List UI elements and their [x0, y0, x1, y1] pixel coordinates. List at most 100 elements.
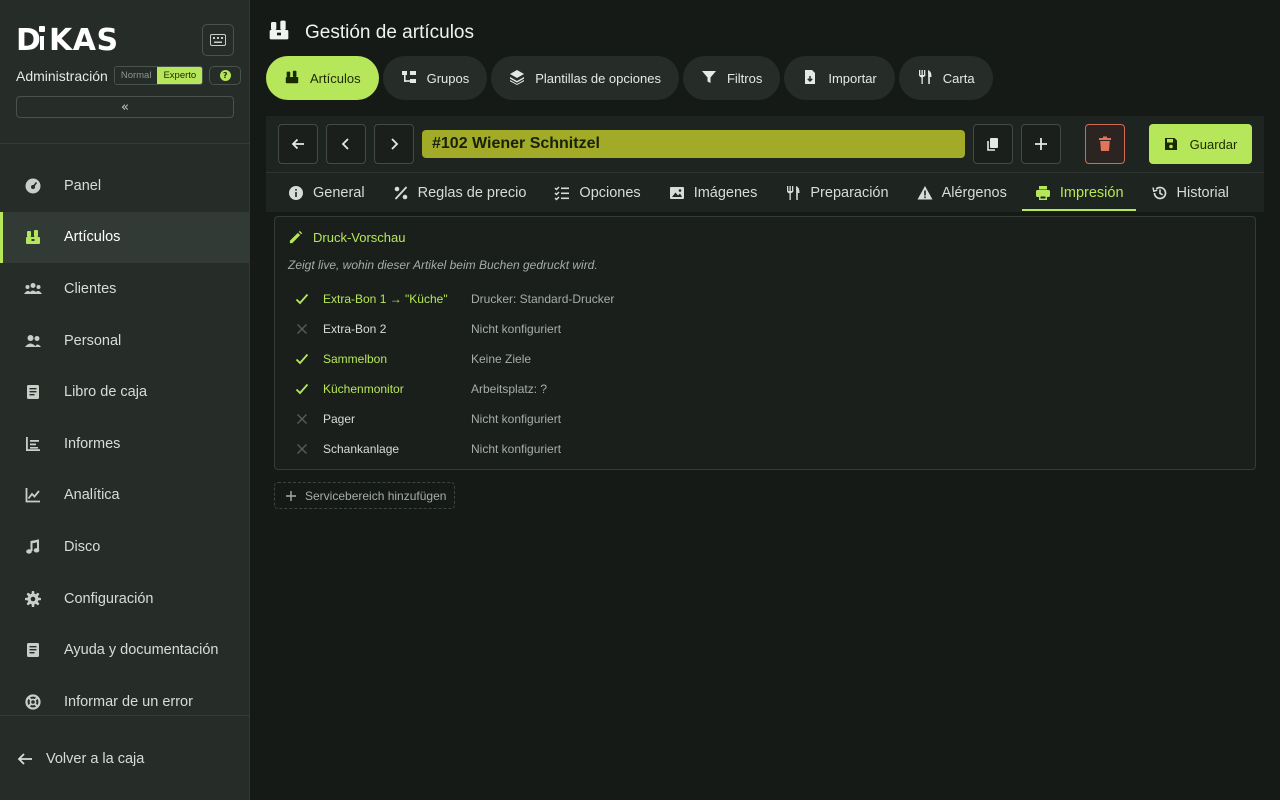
check-icon	[295, 292, 323, 306]
target-detail: Keine Ziele	[471, 352, 532, 366]
back-label: Volver a la caja	[46, 751, 145, 767]
card-header: Druck-Vorschau	[288, 230, 405, 245]
tab-label: Grupos	[426, 70, 470, 86]
pencil-icon	[289, 230, 303, 244]
subtab-impresion[interactable]: Impresión	[1021, 173, 1136, 212]
svg-text:KAS: KAS	[49, 23, 119, 54]
arrow-left-icon	[291, 138, 304, 150]
mode-normal-option[interactable]: Normal	[114, 67, 158, 84]
sidebar-item-label: Configuración	[64, 590, 154, 607]
arrow-left-icon	[16, 750, 34, 768]
print-target-list: Extra-Bon 1 → "Küche" Drucker: Standard-…	[295, 284, 614, 464]
sidebar-item-label: Informar de un error	[64, 693, 193, 710]
tab-plantillas[interactable]: Plantillas de opciones	[491, 56, 679, 100]
sidebar-item-personal[interactable]: Personal	[0, 315, 250, 367]
target-detail: Nicht konfiguriert	[471, 442, 562, 456]
subtab-label: Preparación	[810, 184, 889, 201]
keyboard-toggle-button[interactable]	[202, 24, 234, 56]
checklist-icon	[554, 185, 570, 201]
target-detail: Arbeitsplatz: ?	[471, 382, 548, 396]
target-detail: Nicht konfiguriert	[471, 322, 562, 336]
sidebar-item-ayuda[interactable]: Ayuda y documentación	[0, 624, 250, 676]
card-description: Zeigt live, wohin dieser Artikel beim Bu…	[288, 258, 598, 272]
subtab-general[interactable]: General	[288, 173, 365, 212]
back-button[interactable]	[278, 124, 318, 164]
sidebar-item-informar-error[interactable]: Informar de un error	[0, 676, 250, 728]
tab-importar[interactable]: Importar	[784, 56, 895, 100]
target-detail: Drucker: Standard-Drucker	[471, 292, 615, 306]
articles-icon	[267, 18, 291, 48]
sidebar-divider	[0, 715, 250, 716]
sidebar-item-analitica[interactable]: Analítica	[0, 470, 250, 522]
gear-icon	[24, 590, 42, 608]
sidebar-item-label: Artículos	[64, 229, 121, 246]
collapse-sidebar-button[interactable]: «	[16, 96, 234, 118]
subtab-opciones[interactable]: Opciones	[554, 173, 641, 212]
cutlery-icon	[917, 69, 933, 88]
subtab-imagenes[interactable]: Imágenes	[669, 173, 757, 212]
target-name: Küchenmonitor	[323, 382, 404, 396]
target-name: Extra-Bon 2	[323, 322, 387, 336]
sidebar-item-configuracion[interactable]: Configuración	[0, 573, 250, 625]
subtab-alergenos[interactable]: Alérgenos	[917, 173, 1007, 212]
music-icon	[24, 538, 42, 556]
add-service-area-button[interactable]: Servicebereich hinzufügen	[274, 482, 456, 509]
subtab-label: Historial	[1176, 184, 1229, 201]
layers-icon	[509, 69, 525, 88]
tab-label: Plantillas de opciones	[535, 70, 661, 86]
duplicate-button[interactable]	[973, 124, 1013, 164]
sidebar-nav: Panel Artículos Clientes Personal Libro …	[0, 160, 250, 728]
subtab-label: General	[313, 184, 365, 201]
sidebar-item-clientes[interactable]: Clientes	[0, 263, 250, 315]
tab-label: Artículos	[310, 70, 361, 86]
next-item-button[interactable]	[374, 124, 414, 164]
sidebar: D KAS Administración Normal Experto ? « …	[0, 0, 250, 800]
mode-toggle[interactable]: Normal Experto	[113, 66, 204, 85]
tab-carta[interactable]: Carta	[898, 56, 993, 100]
admin-mode-row: Administración Normal Experto ?	[16, 66, 242, 85]
mode-help-button[interactable]: ?	[209, 66, 242, 85]
subtab-historial[interactable]: Historial	[1151, 173, 1229, 212]
article-title-field[interactable]: #102 Wiener Schnitzel	[422, 130, 965, 158]
double-chevron-left-icon: «	[121, 99, 129, 115]
tab-grupos[interactable]: Grupos	[382, 56, 488, 100]
chevron-left-icon	[341, 138, 349, 150]
logo-mark: D KAS	[16, 23, 119, 58]
sidebar-item-label: Personal	[64, 332, 122, 349]
tab-label: Carta	[942, 70, 975, 86]
section-tabs: Artículos Grupos Plantillas de opciones …	[266, 56, 993, 100]
mode-expert-option[interactable]: Experto	[157, 67, 203, 84]
sidebar-item-disco[interactable]: Disco	[0, 521, 250, 573]
admin-label: Administración	[16, 67, 108, 84]
dashboard-icon	[24, 177, 42, 195]
save-button[interactable]: Guardar	[1149, 124, 1252, 164]
help-book-icon	[24, 641, 42, 659]
list-item: Extra-Bon 1 → "Küche" Drucker: Standard-…	[295, 284, 614, 314]
check-icon	[295, 352, 323, 366]
target-name: Sammelbon	[323, 352, 388, 366]
check-icon	[295, 382, 323, 396]
subtab-preparacion[interactable]: Preparación	[785, 173, 889, 212]
sidebar-item-informes[interactable]: Informes	[0, 418, 250, 470]
plus-icon	[286, 490, 296, 501]
add-article-button[interactable]	[1021, 124, 1061, 164]
staff-icon	[24, 332, 42, 350]
tab-articulos[interactable]: Artículos	[266, 56, 379, 100]
sidebar-item-libro-de-caja[interactable]: Libro de caja	[0, 366, 250, 418]
warning-icon	[917, 185, 933, 199]
back-to-register-link[interactable]: Volver a la caja	[16, 750, 144, 768]
article-editor: #102 Wiener Schnitzel Guardar General Re…	[266, 116, 1264, 212]
app-logo[interactable]: D KAS	[16, 22, 120, 62]
sidebar-item-panel[interactable]: Panel	[0, 160, 250, 212]
tab-filtros[interactable]: Filtros	[682, 56, 781, 100]
card-title: Druck-Vorschau	[313, 230, 406, 245]
list-item: Sammelbon Keine Ziele	[295, 344, 614, 374]
history-icon	[1151, 186, 1166, 199]
cross-icon	[295, 442, 323, 456]
tab-label: Importar	[828, 70, 877, 86]
keyboard-icon	[210, 34, 226, 46]
previous-item-button[interactable]	[326, 124, 366, 164]
subtab-reglas-de-precio[interactable]: Reglas de precio	[393, 173, 526, 212]
sidebar-item-articulos[interactable]: Artículos	[0, 211, 250, 264]
delete-button[interactable]	[1085, 124, 1125, 164]
